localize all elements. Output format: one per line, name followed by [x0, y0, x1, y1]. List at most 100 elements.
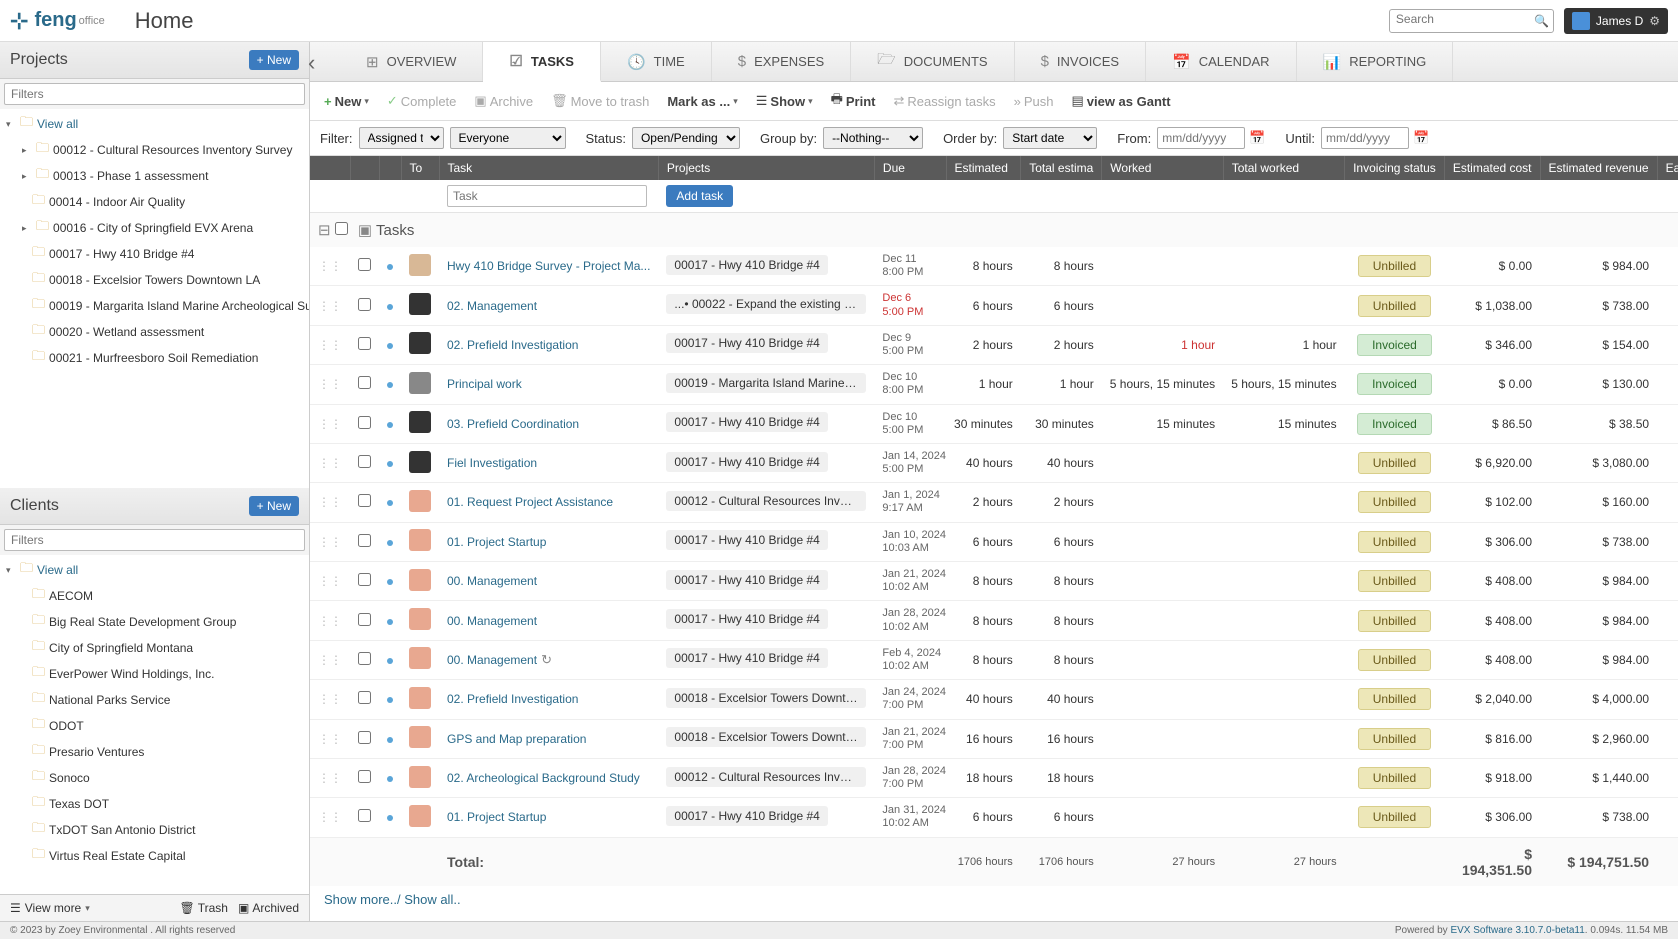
- project-badge[interactable]: 00012 - Cultural Resources Inventory ...: [666, 767, 866, 787]
- sidebar-item-client[interactable]: 🗀Big Real State Development Group: [0, 609, 309, 635]
- project-badge[interactable]: 00017 - Hwy 410 Bridge #4: [666, 570, 827, 590]
- task-link[interactable]: 00. Management: [447, 614, 537, 628]
- project-badge[interactable]: ...• 00022 - Expand the existing soil va…: [666, 294, 866, 314]
- new-project-button[interactable]: + New: [249, 50, 299, 70]
- row-checkbox[interactable]: [358, 455, 371, 468]
- task-link[interactable]: 03. Prefield Coordination: [447, 417, 579, 431]
- col-rev[interactable]: Estimated revenue: [1540, 156, 1657, 180]
- expand-icon[interactable]: ▸: [22, 223, 32, 234]
- avatar[interactable]: [409, 332, 431, 354]
- table-row[interactable]: ⋮⋮02. Prefield Investigation00018 - Exce…: [310, 680, 1678, 719]
- tab-reporting[interactable]: 📊REPORTING: [1297, 42, 1454, 81]
- new-task-input[interactable]: [447, 185, 647, 207]
- task-link[interactable]: 02. Prefield Investigation: [447, 692, 578, 706]
- project-badge[interactable]: 00017 - Hwy 410 Bridge #4: [666, 648, 827, 668]
- table-row[interactable]: ⋮⋮ 03. Prefield Coordination 00017 - Hwy 4…: [310, 404, 1678, 443]
- row-checkbox[interactable]: [358, 337, 371, 350]
- row-checkbox[interactable]: [358, 376, 371, 389]
- drag-handle-icon[interactable]: ⋮⋮: [318, 535, 342, 549]
- drag-handle-icon[interactable]: ⋮⋮: [318, 653, 342, 667]
- task-link[interactable]: Hwy 410 Bridge Survey - Project Ma...: [447, 259, 650, 273]
- col-task[interactable]: Task: [439, 156, 658, 180]
- sidebar-item-project[interactable]: ▸🗀00012 - Cultural Resources Inventory S…: [0, 137, 309, 163]
- projects-view-all[interactable]: ▾ 🗀 View all: [0, 111, 309, 137]
- from-date-input[interactable]: [1157, 127, 1245, 149]
- sidebar-item-client[interactable]: 🗀Sonoco: [0, 765, 309, 791]
- status-select[interactable]: Open/Pending: [632, 127, 740, 149]
- drag-handle-icon[interactable]: ⋮⋮: [318, 299, 342, 313]
- add-task-button[interactable]: Add task: [666, 185, 733, 207]
- archived-link[interactable]: ▣Archived: [238, 901, 299, 915]
- project-badge[interactable]: 00018 - Excelsior Towers Downtown L...: [666, 727, 866, 747]
- trash-button[interactable]: 🗑Move to trash: [547, 91, 653, 111]
- project-badge[interactable]: 00017 - Hwy 410 Bridge #4: [666, 412, 827, 432]
- task-link[interactable]: 02. Management: [447, 299, 537, 313]
- drag-handle-icon[interactable]: ⋮⋮: [318, 456, 342, 470]
- view-more-link[interactable]: ☰ View more ▾: [10, 901, 90, 915]
- project-badge[interactable]: 00017 - Hwy 410 Bridge #4: [666, 452, 827, 472]
- sidebar-item-project[interactable]: 🗀00018 - Excelsior Towers Downtown LA: [0, 267, 309, 293]
- reassign-button[interactable]: ⇄Reassign tasks: [890, 91, 1000, 111]
- table-row[interactable]: ⋮⋮ 02. Management ...• 00022 - Expand the …: [310, 286, 1678, 325]
- sidebar-item-client[interactable]: 🗀Presario Ventures: [0, 739, 309, 765]
- collapse-icon[interactable]: ▾: [6, 565, 16, 576]
- project-badge[interactable]: 00017 - Hwy 410 Bridge #4: [666, 255, 827, 275]
- tab-tasks[interactable]: ☑TASKS: [483, 42, 601, 82]
- software-link[interactable]: EVX Software 3.10.7.0-beta11: [1450, 925, 1584, 936]
- drag-handle-icon[interactable]: ⋮⋮: [318, 771, 342, 785]
- row-checkbox[interactable]: [358, 809, 371, 822]
- avatar[interactable]: [409, 569, 431, 591]
- search-icon[interactable]: 🔍: [1534, 14, 1549, 28]
- logo[interactable]: ⊹ feng office: [10, 8, 105, 34]
- task-link[interactable]: 01. Request Project Assistance: [447, 495, 613, 509]
- sidebar-item-client[interactable]: 🗀Texas DOT: [0, 791, 309, 817]
- trash-link[interactable]: 🗑Trash: [180, 901, 228, 915]
- expand-icon[interactable]: ▸: [22, 171, 32, 182]
- until-date-input[interactable]: [1321, 127, 1409, 149]
- project-badge[interactable]: 00019 - Margarita Island Marine Arche...: [666, 373, 866, 393]
- table-row[interactable]: ⋮⋮00. Management00017 - Hwy 410 Bridge #…: [310, 562, 1678, 601]
- sidebar-collapse-handle[interactable]: ‹: [308, 50, 315, 76]
- project-badge[interactable]: 00017 - Hwy 410 Bridge #4: [666, 333, 827, 353]
- avatar[interactable]: [409, 372, 431, 394]
- tab-time[interactable]: 🕓TIME: [601, 42, 712, 81]
- task-link[interactable]: 02. Archeological Background Study: [447, 771, 640, 785]
- project-badge[interactable]: 00017 - Hwy 410 Bridge #4: [666, 609, 827, 629]
- complete-button[interactable]: ✓Complete: [383, 91, 461, 111]
- col-estimated[interactable]: Estimated: [946, 156, 1021, 180]
- row-checkbox[interactable]: [358, 258, 371, 271]
- clients-view-all[interactable]: ▾ 🗀 View all: [0, 557, 309, 583]
- project-badge[interactable]: 00017 - Hwy 410 Bridge #4: [666, 530, 827, 550]
- sidebar-item-client[interactable]: 🗀AECOM: [0, 583, 309, 609]
- drag-handle-icon[interactable]: ⋮⋮: [318, 732, 342, 746]
- push-button[interactable]: »Push: [1010, 92, 1058, 111]
- col-to[interactable]: To: [401, 156, 439, 180]
- avatar[interactable]: [409, 411, 431, 433]
- drag-handle-icon[interactable]: ⋮⋮: [318, 417, 342, 431]
- sidebar-item-project[interactable]: ▸🗀00016 - City of Springfield EVX Arena: [0, 215, 309, 241]
- table-row[interactable]: ⋮⋮00. Management↻00017 - Hwy 410 Bridge …: [310, 640, 1678, 679]
- row-checkbox[interactable]: [358, 613, 371, 626]
- table-row[interactable]: ⋮⋮00. Management00017 - Hwy 410 Bridge #…: [310, 601, 1678, 640]
- avatar[interactable]: [409, 687, 431, 709]
- tab-invoices[interactable]: $INVOICES: [1015, 42, 1146, 81]
- calendar-icon[interactable]: 📅: [1413, 130, 1429, 146]
- row-checkbox[interactable]: [358, 416, 371, 429]
- project-badge[interactable]: 00017 - Hwy 410 Bridge #4: [666, 806, 827, 826]
- mark-as-button[interactable]: Mark as ...▾: [663, 92, 741, 111]
- gear-icon[interactable]: ⚙: [1649, 14, 1660, 28]
- avatar[interactable]: [409, 490, 431, 512]
- group-checkbox[interactable]: [335, 222, 348, 235]
- row-checkbox[interactable]: [358, 691, 371, 704]
- row-checkbox[interactable]: [358, 731, 371, 744]
- calendar-icon[interactable]: 📅: [1249, 130, 1265, 146]
- col-invoicing[interactable]: Invoicing status: [1345, 156, 1445, 180]
- filter-select[interactable]: Assigned to: [359, 127, 444, 149]
- sidebar-item-project[interactable]: 🗀00019 - Margarita Island Marine Archeol…: [0, 293, 309, 319]
- task-link[interactable]: 02. Prefield Investigation: [447, 338, 578, 352]
- task-link[interactable]: 00. Management: [447, 653, 537, 667]
- new-button[interactable]: +New▾: [320, 92, 373, 111]
- project-badge[interactable]: 00012 - Cultural Resources Inventory ...: [666, 491, 866, 511]
- archive-button[interactable]: ▣Archive: [470, 91, 537, 111]
- avatar[interactable]: [409, 766, 431, 788]
